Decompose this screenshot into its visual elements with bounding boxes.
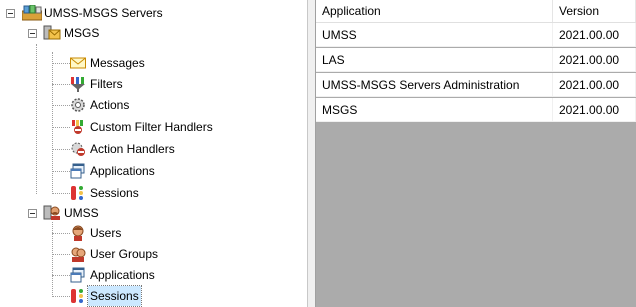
table-row[interactable]: UMSS 2021.00.00 [316, 23, 636, 47]
user-group-icon [70, 246, 86, 262]
tree-item-label: Messages [90, 56, 145, 70]
cell-application: UMSS [316, 23, 553, 47]
tree-group-label: UMSS [64, 206, 99, 220]
envelope-icon [70, 55, 86, 71]
tree-line [52, 84, 70, 85]
cell-application: MSGS [316, 98, 553, 122]
tree-line [52, 233, 70, 234]
tree-item-label: Sessions [90, 186, 139, 200]
table-row[interactable]: UMSS-MSGS Servers Administration 2021.00… [316, 73, 636, 97]
tree-root-label: UMSS-MSGS Servers [44, 6, 163, 20]
tree-line [52, 52, 53, 194]
tree-item-label: Filters [90, 77, 123, 91]
sessions-icon [70, 288, 86, 304]
custom-filter-handler-icon [70, 119, 86, 135]
tree-line [52, 63, 70, 64]
applications-list-view[interactable]: Application Version UMSS 2021.00.00 LAS … [316, 0, 636, 307]
cell-version: 2021.00.00 [553, 73, 636, 97]
tree-line [36, 44, 37, 194]
tree-item-label: Action Handlers [90, 142, 175, 156]
umss-server-icon [43, 205, 60, 221]
cell-version: 2021.00.00 [553, 48, 636, 72]
tree-item-label: Actions [90, 98, 130, 112]
gear-icon [70, 97, 86, 113]
tree-line [52, 105, 70, 106]
servers-root-icon [21, 4, 43, 21]
tree-item-label: Custom Filter Handlers [90, 120, 213, 134]
user-icon [70, 225, 86, 241]
cell-application: UMSS-MSGS Servers Administration [316, 73, 553, 97]
tree-item-label: Applications [90, 164, 155, 178]
cell-version: 2021.00.00 [553, 98, 636, 122]
tree-item-label: Sessions [87, 285, 142, 307]
applications-icon [70, 163, 86, 179]
table-row[interactable]: LAS 2021.00.00 [316, 48, 636, 72]
tree-line [52, 149, 70, 150]
tree-line [52, 127, 70, 128]
collapse-toggle[interactable] [28, 29, 37, 38]
tree-line [52, 171, 70, 172]
table-row[interactable]: MSGS 2021.00.00 [316, 98, 636, 122]
column-header-application[interactable]: Application [316, 0, 553, 22]
tree-item-label: Applications [90, 268, 155, 282]
tree-line [52, 193, 70, 194]
applications-icon [70, 267, 86, 283]
column-header-version[interactable]: Version [553, 0, 636, 22]
tree-line [52, 254, 70, 255]
sessions-icon [70, 185, 86, 201]
pane-splitter[interactable] [307, 0, 316, 307]
msgs-server-icon [43, 25, 61, 41]
tree-group-label: MSGS [64, 26, 100, 40]
collapse-toggle[interactable] [6, 9, 15, 18]
tree-item-label: Users [90, 226, 122, 240]
tree-item-label: User Groups [90, 247, 159, 261]
list-header: Application Version [316, 0, 636, 23]
cell-version: 2021.00.00 [553, 23, 636, 47]
collapse-toggle[interactable] [28, 209, 37, 218]
tree-line [52, 275, 70, 276]
navigation-tree[interactable]: UMSS-MSGS Servers MSGS Messages Filters … [0, 0, 307, 307]
cell-application: LAS [316, 48, 553, 72]
filter-icon [70, 76, 86, 92]
action-handler-icon [70, 141, 86, 157]
tree-line [52, 296, 70, 297]
